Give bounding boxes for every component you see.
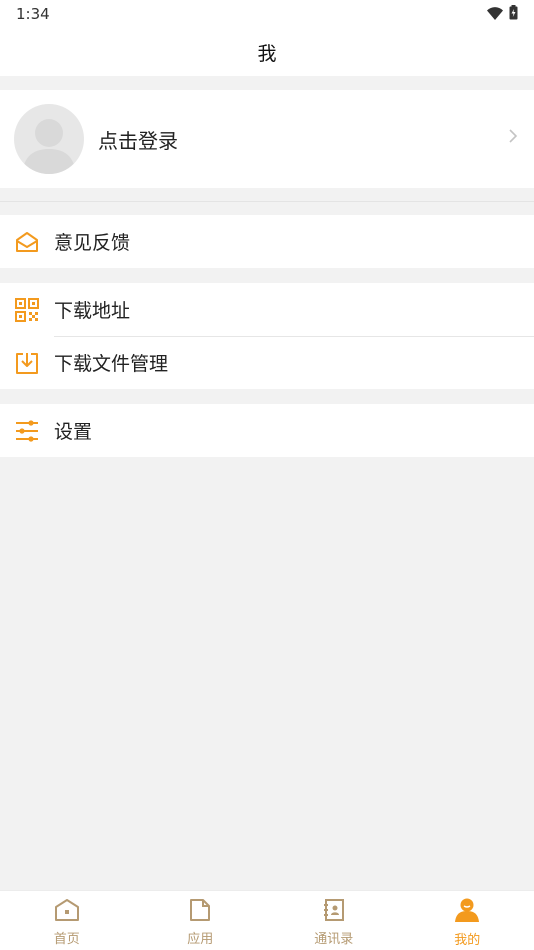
nav-label: 首页 <box>53 932 80 947</box>
nav-tab-home[interactable]: 首页 <box>0 891 134 950</box>
status-icons <box>487 4 518 24</box>
menu-group-feedback: 意见反馈 <box>0 215 534 268</box>
menu-group-download: 下载地址 下载文件管理 <box>0 283 534 389</box>
profile-login-row[interactable]: 点击登录 <box>0 90 534 188</box>
app-header: 我 <box>0 28 534 76</box>
menu-item-feedback[interactable]: 意见反馈 <box>0 215 534 268</box>
menu-item-download-manager[interactable]: 下载文件管理 <box>0 336 534 389</box>
nav-tab-contacts[interactable]: 通讯录 <box>267 891 401 950</box>
menu-item-settings[interactable]: 设置 <box>0 404 534 457</box>
settings-sliders-icon <box>14 418 40 444</box>
battery-icon <box>509 4 518 24</box>
qr-code-icon <box>14 297 40 323</box>
screen: 1:34 我 点击登录 意见反馈 下载地址 下载文件管理 设置 首页 应用 通讯… <box>0 0 534 950</box>
feedback-mail-icon <box>14 229 40 255</box>
status-bar: 1:34 <box>0 0 534 28</box>
nav-tab-apps[interactable]: 应用 <box>134 891 268 950</box>
menu-item-download-address[interactable]: 下载地址 <box>0 283 534 336</box>
nav-label: 我的 <box>454 933 481 948</box>
page-title: 我 <box>257 42 277 65</box>
menu-group-settings: 设置 <box>0 404 534 457</box>
divider <box>0 201 534 202</box>
person-icon <box>454 897 480 927</box>
avatar <box>14 104 84 174</box>
contacts-book-icon <box>323 898 345 926</box>
menu-item-label: 意见反馈 <box>54 232 131 254</box>
download-file-icon <box>14 350 40 376</box>
nav-label: 应用 <box>187 932 214 947</box>
chevron-right-icon <box>508 128 518 148</box>
nav-label: 通讯录 <box>314 932 354 947</box>
wifi-icon <box>487 5 503 24</box>
menu-item-label: 设置 <box>54 421 93 443</box>
default-avatar-icon <box>22 119 76 174</box>
document-icon <box>189 898 211 926</box>
menu-item-label: 下载文件管理 <box>54 353 169 375</box>
status-time: 1:34 <box>16 5 50 23</box>
menu-item-label: 下载地址 <box>54 300 131 322</box>
home-icon <box>54 898 80 926</box>
login-label: 点击登录 <box>98 128 178 153</box>
bottom-nav: 首页 应用 通讯录 我的 <box>0 890 534 950</box>
nav-tab-mine[interactable]: 我的 <box>401 891 534 950</box>
